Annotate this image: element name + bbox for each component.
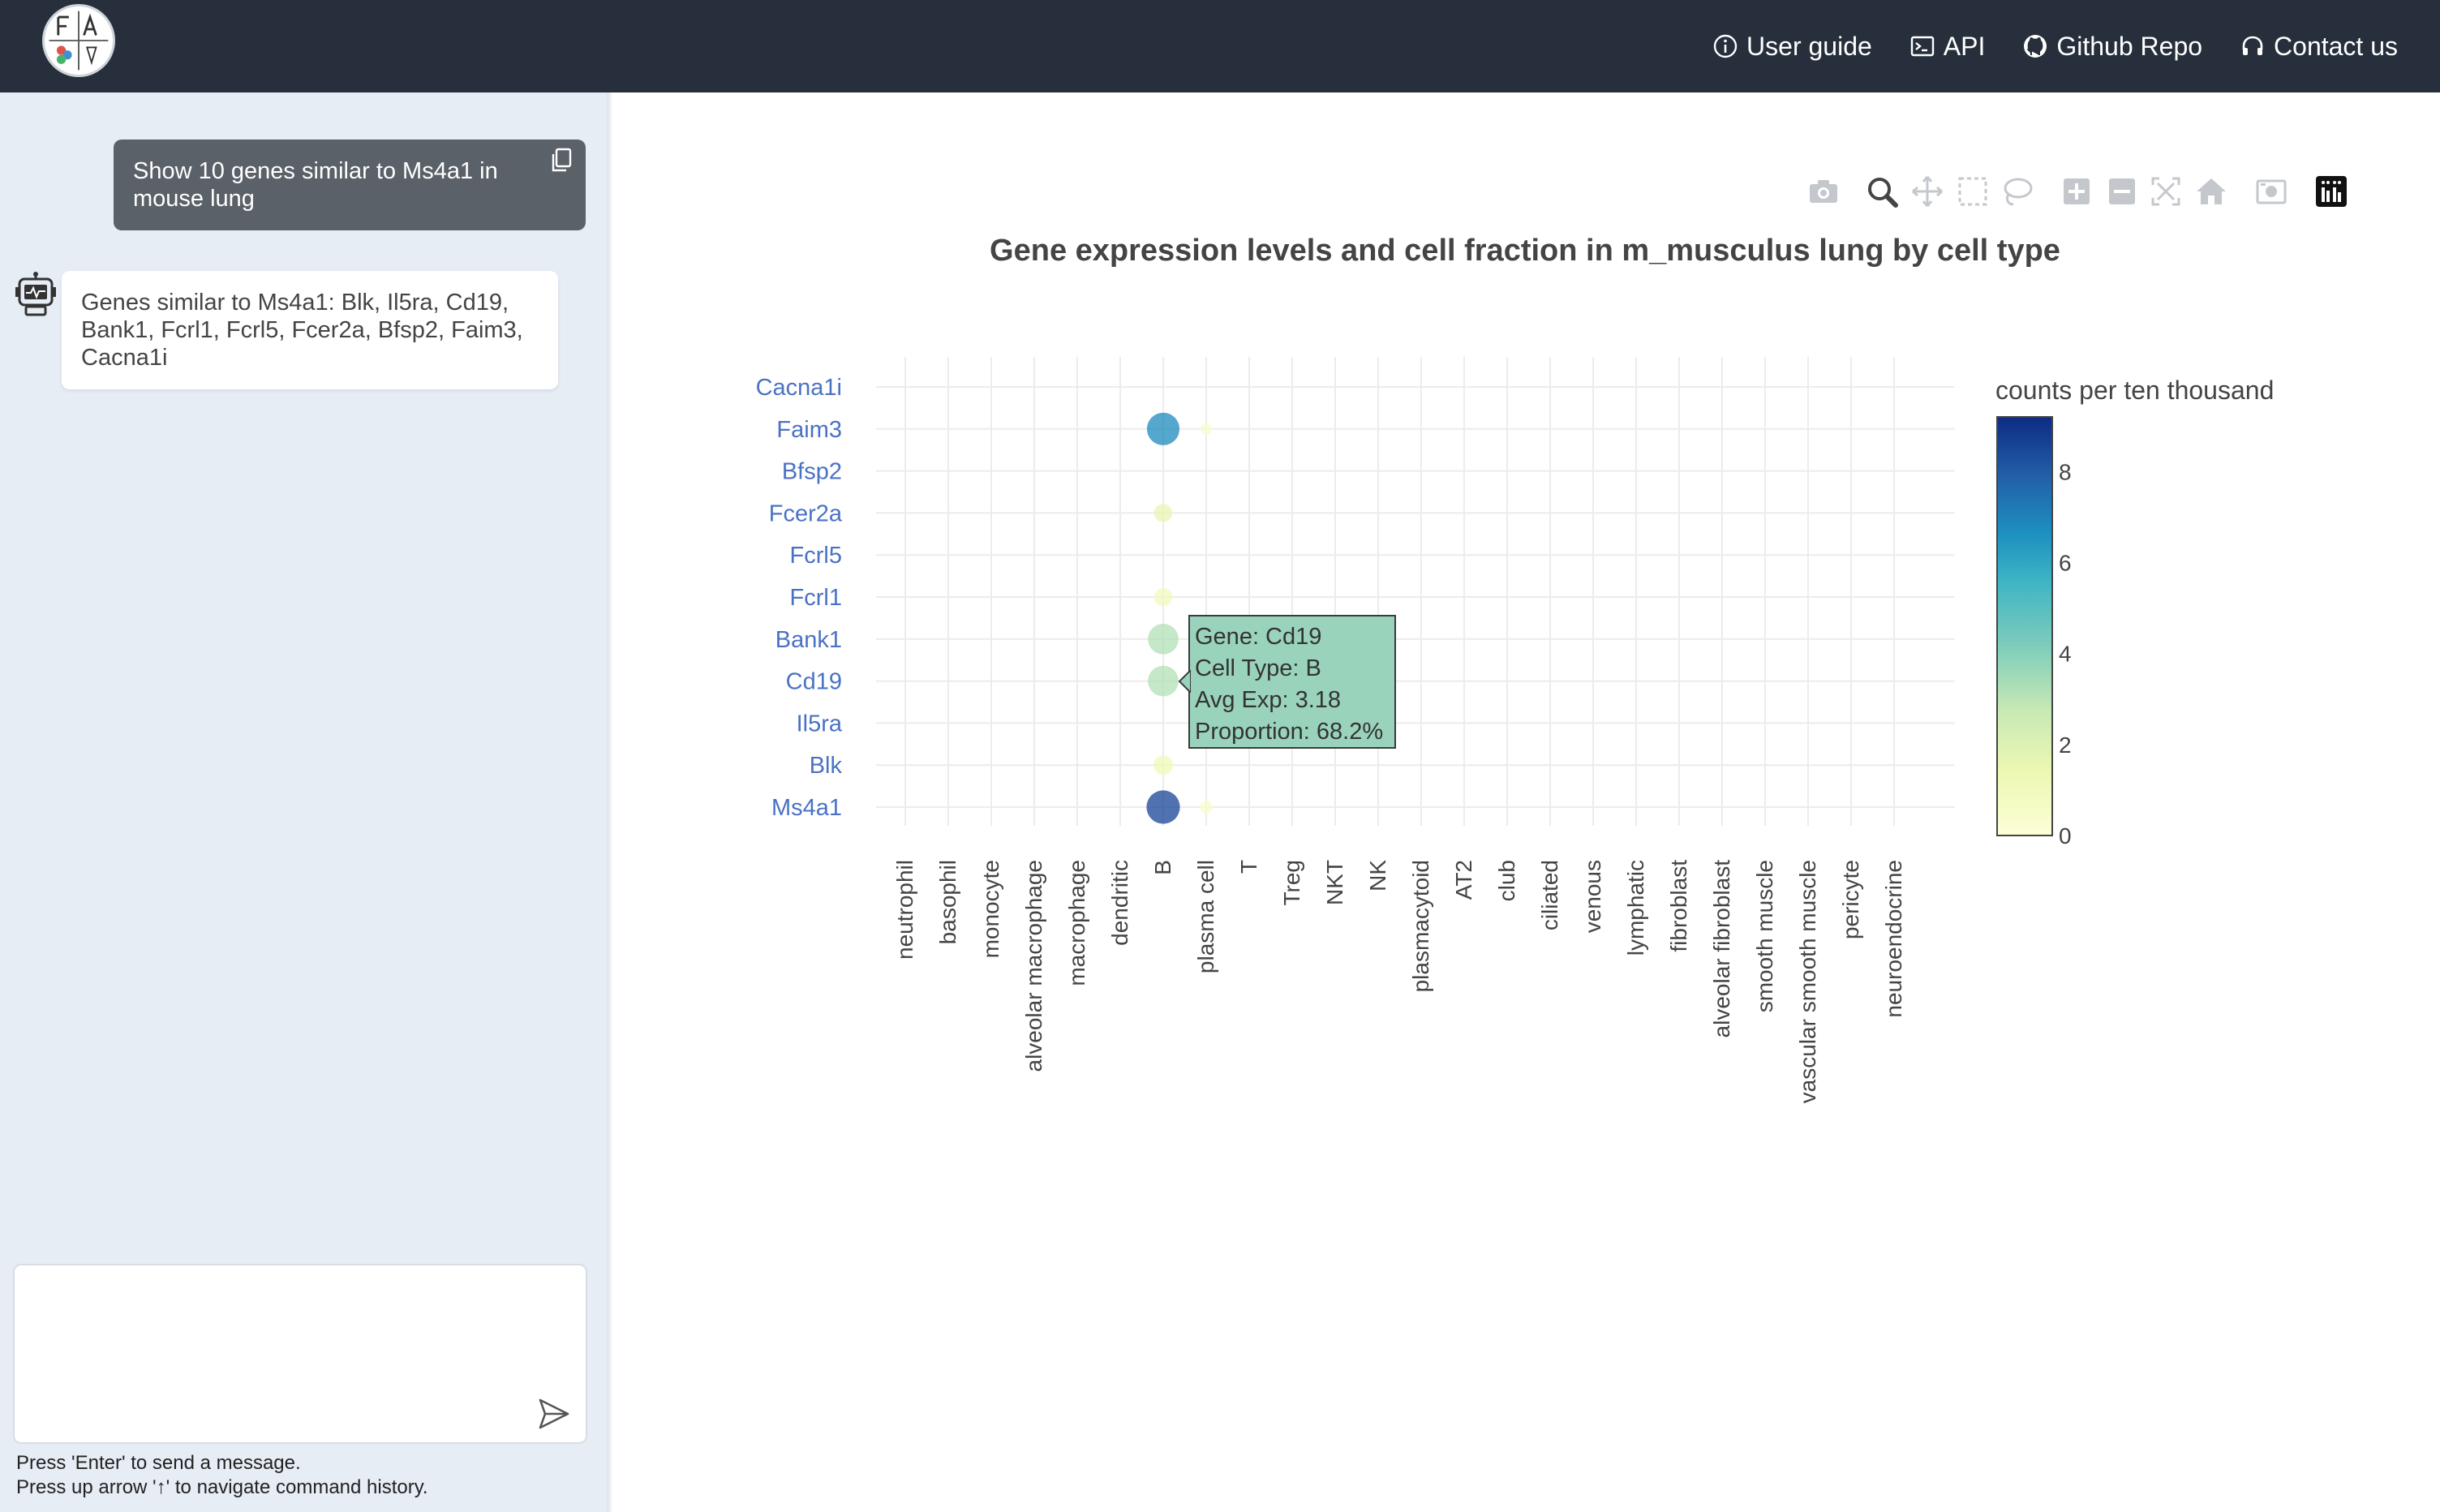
y-tick-label: Ms4a1 bbox=[771, 795, 842, 821]
x-tick-label: neuroendocrine bbox=[1881, 860, 1906, 1018]
y-tick-label: Fcer2a bbox=[769, 500, 843, 526]
data-point[interactable] bbox=[1200, 423, 1213, 435]
colorbar-tick-label: 4 bbox=[2059, 642, 2072, 667]
x-tick-label: smooth muscle bbox=[1752, 860, 1777, 1012]
x-tick-label: T bbox=[1236, 860, 1261, 874]
y-tick-label: Cacna1i bbox=[756, 375, 842, 401]
colorbar-tick-label: 8 bbox=[2059, 459, 2072, 484]
data-point[interactable] bbox=[1146, 412, 1180, 445]
y-tick-label: Blk bbox=[810, 753, 843, 779]
x-tick-label: alveolar macrophage bbox=[1021, 860, 1046, 1072]
y-tick-label: Il5ra bbox=[797, 711, 843, 737]
x-tick-label: Treg bbox=[1279, 860, 1304, 906]
x-tick-label: lymphatic bbox=[1623, 860, 1648, 956]
colorbar-tick-label: 2 bbox=[2059, 732, 2072, 758]
colorbar-tick-label: 6 bbox=[2059, 550, 2072, 575]
x-tick-label: vascular smooth muscle bbox=[1795, 860, 1820, 1103]
y-tick-label: Bfsp2 bbox=[782, 459, 842, 485]
data-point[interactable] bbox=[1153, 504, 1173, 522]
x-tick-label: monocyte bbox=[978, 860, 1003, 958]
x-tick-label: dendritic bbox=[1107, 860, 1132, 946]
tooltip-pointer bbox=[1178, 670, 1191, 693]
data-point[interactable] bbox=[1148, 623, 1179, 655]
x-tick-label: fibroblast bbox=[1666, 860, 1691, 952]
x-tick-label: plasmacytoid bbox=[1408, 860, 1433, 992]
x-tick-label: club bbox=[1494, 860, 1519, 901]
dot-plot: Ms4a1 Blk Il5ra Cd19 Bank1 Fcrl1 Fcrl5 Fcer2a Bf… bbox=[756, 357, 2274, 1103]
x-tick-label: neutrophil bbox=[892, 860, 917, 960]
tooltip-gene: Gene: Cd19 bbox=[1195, 624, 1322, 650]
x-tick-label: NK bbox=[1365, 860, 1390, 891]
data-point[interactable] bbox=[1153, 587, 1173, 607]
tooltip-proportion: Proportion: 68.2% bbox=[1195, 719, 1384, 745]
y-tick-label: Fcrl1 bbox=[790, 585, 842, 611]
x-tick-label: alveolar fibroblast bbox=[1709, 860, 1734, 1038]
x-tick-label: basophil bbox=[935, 860, 960, 944]
data-point[interactable] bbox=[1148, 665, 1179, 697]
hover-tooltip: Gene: Cd19 Cell Type: B Avg Exp: 3.18 Pr… bbox=[1188, 615, 1396, 749]
x-tick-label: B bbox=[1150, 860, 1175, 875]
y-tick-label: Fcrl5 bbox=[790, 543, 842, 569]
tooltip-cell-type: Cell Type: B bbox=[1195, 655, 1321, 681]
x-tick-label: NKT bbox=[1322, 860, 1347, 905]
x-tick-label: pericyte bbox=[1838, 860, 1863, 939]
x-tick-label: AT2 bbox=[1451, 860, 1476, 900]
colorbar-tick-label: 0 bbox=[2059, 823, 2072, 848]
data-point[interactable] bbox=[1199, 800, 1214, 814]
x-tick-label: plasma cell bbox=[1193, 860, 1218, 973]
colorbar-title: counts per ten thousand bbox=[1995, 376, 2274, 405]
tooltip-avg-exp: Avg Exp: 3.18 bbox=[1195, 687, 1342, 713]
data-point[interactable] bbox=[1146, 790, 1180, 824]
colorbar-gradient bbox=[1996, 416, 2053, 836]
x-tick-label: venous bbox=[1580, 860, 1605, 933]
data-point[interactable] bbox=[1153, 755, 1174, 775]
y-tick-label: Cd19 bbox=[786, 669, 842, 695]
y-tick-label: Faim3 bbox=[776, 417, 842, 443]
x-tick-label: macrophage bbox=[1064, 860, 1089, 986]
y-tick-label: Bank1 bbox=[775, 627, 842, 653]
x-tick-label: ciliated bbox=[1537, 860, 1562, 930]
